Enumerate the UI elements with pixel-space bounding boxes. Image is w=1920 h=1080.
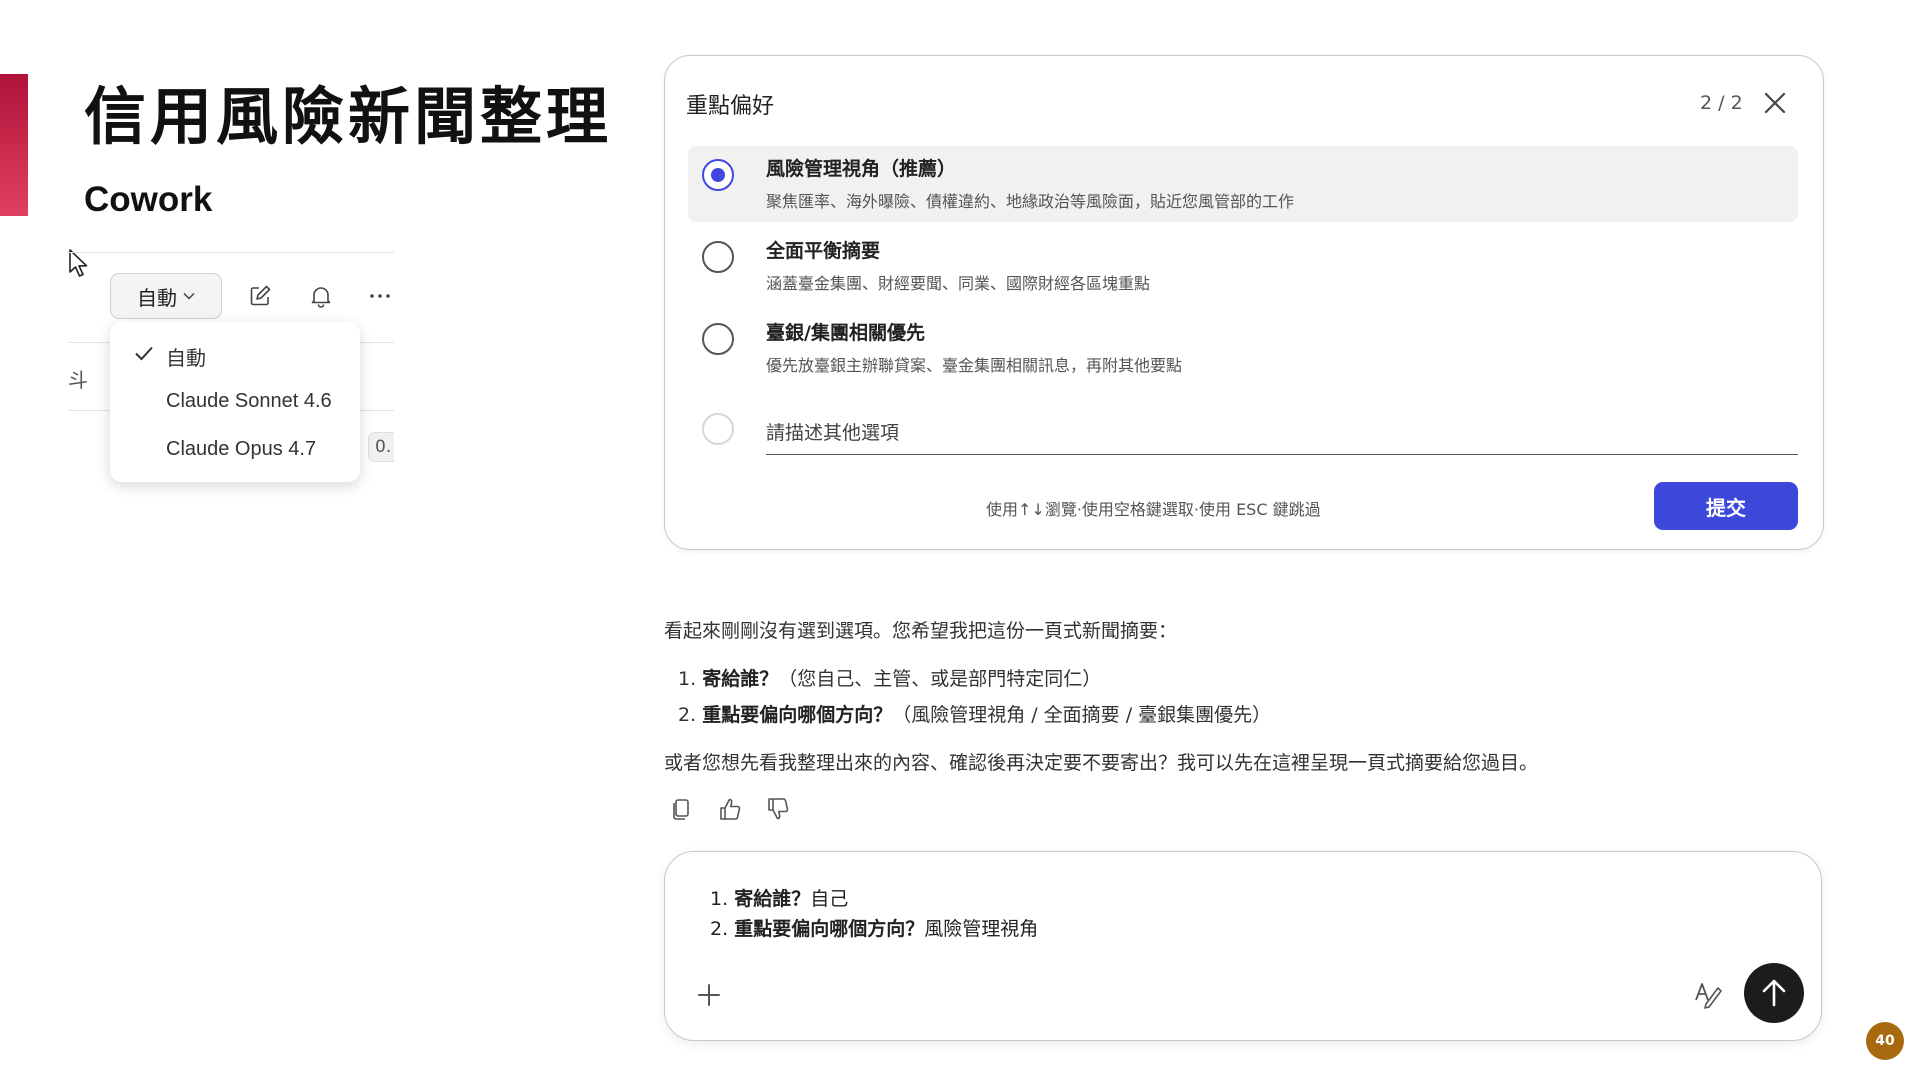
menu-item-sonnet[interactable]: Claude Sonnet 4.6 xyxy=(166,390,332,413)
option-balanced-summary[interactable]: 全面平衡摘要 涵蓋臺金集團、財經要聞、同業、國際財經各區塊重點 xyxy=(688,228,1798,304)
edit-icon[interactable] xyxy=(246,282,274,310)
send-button[interactable] xyxy=(1744,963,1804,1023)
checkmark-icon xyxy=(135,346,153,361)
assistant-list-item: 1. 寄給誰？（您自己、主管、或是部門特定同仁） xyxy=(678,664,1101,691)
submit-button[interactable]: 提交 xyxy=(1654,482,1798,530)
composer-text-line[interactable]: 1. 寄給誰？自己 xyxy=(710,884,848,911)
list-question: 寄給誰？ xyxy=(702,668,779,690)
clipped-text: 斗 xyxy=(68,368,88,392)
composer-answer: 自己 xyxy=(810,888,849,910)
model-select-label: 自動 xyxy=(137,285,177,310)
composer-number: 2. xyxy=(710,918,729,940)
composer-question: 寄給誰？ xyxy=(734,888,811,910)
more-icon[interactable] xyxy=(366,282,394,310)
model-select-button[interactable]: 自動 xyxy=(110,273,222,319)
composer-number: 1. xyxy=(710,888,729,910)
composer-question: 重點要偏向哪個方向？ xyxy=(734,918,925,940)
list-detail: （風險管理視角 / 全面摘要 / 臺銀集團優先） xyxy=(892,704,1272,726)
question-card-title: 重點偏好 xyxy=(686,94,775,119)
slide-subtitle: Cowork xyxy=(84,180,213,219)
page-number-badge: 40 xyxy=(1866,1022,1904,1060)
composer-answer: 風險管理視角 xyxy=(924,918,1039,940)
slide-title: 信用風險新聞整理 xyxy=(84,80,613,153)
message-composer[interactable] xyxy=(664,851,1822,1041)
option-bank-group-priority[interactable]: 臺銀/集團相關優先 優先放臺銀主辦聯貸案、臺金集團相關訊息，再附其他要點 xyxy=(688,310,1798,386)
chevron-down-icon xyxy=(183,292,195,300)
assistant-list-item: 2. 重點要偏向哪個方向？（風險管理視角 / 全面摘要 / 臺銀集團優先） xyxy=(678,700,1271,727)
menu-item-opus[interactable]: Claude Opus 4.7 xyxy=(166,438,316,461)
option-description: 聚焦匯率、海外曝險、債權違約、地緣政治等風險面，貼近您風管部的工作 xyxy=(766,192,1295,211)
spellcheck-icon[interactable] xyxy=(1692,978,1726,1012)
close-icon[interactable] xyxy=(1760,88,1790,118)
plus-icon[interactable] xyxy=(694,980,724,1010)
keyboard-hint: 使用↑↓瀏覽·使用空格鍵選取·使用 ESC 鍵跳過 xyxy=(986,500,1321,519)
other-option-input[interactable] xyxy=(766,412,1798,455)
list-question: 重點要偏向哪個方向？ xyxy=(702,704,893,726)
assistant-message-followup: 或者您想先看我整理出來的內容、確認後再決定要不要寄出？我可以先在這裡呈現一頁式摘… xyxy=(664,752,1539,774)
menu-item-auto[interactable]: 自動 xyxy=(166,342,206,371)
thumbs-up-icon[interactable] xyxy=(716,795,744,823)
thumbs-down-icon[interactable] xyxy=(764,795,792,823)
list-number: 2. xyxy=(678,704,697,726)
question-counter: 2 / 2 xyxy=(1700,92,1743,114)
arrow-up-icon xyxy=(1762,979,1786,1007)
option-title: 全面平衡摘要 xyxy=(766,240,881,262)
radio-button-selected[interactable] xyxy=(702,159,734,191)
option-description: 優先放臺銀主辦聯貸案、臺金集團相關訊息，再附其他要點 xyxy=(766,356,1183,375)
option-description: 涵蓋臺金集團、財經要聞、同業、國際財經各區塊重點 xyxy=(766,274,1151,293)
model-dropdown-menu: 自動 Claude Sonnet 4.6 Claude Opus 4.7 xyxy=(110,322,360,482)
assistant-message-intro: 看起來剛剛沒有選到選項。您希望我把這份一頁式新聞摘要： xyxy=(664,620,1178,642)
toolbar-divider-top xyxy=(68,252,394,253)
list-number: 1. xyxy=(678,668,697,690)
bell-icon[interactable] xyxy=(307,282,335,310)
radio-button[interactable] xyxy=(702,241,734,273)
copy-icon[interactable] xyxy=(668,795,696,823)
option-risk-management[interactable]: 風險管理視角（推薦） 聚焦匯率、海外曝險、債權違約、地緣政治等風險面，貼近您風管… xyxy=(688,146,1798,222)
clipped-badge: 0. xyxy=(368,432,394,462)
radio-button[interactable] xyxy=(702,323,734,355)
radio-button-other[interactable] xyxy=(702,413,734,445)
list-detail: （您自己、主管、或是部門特定同仁） xyxy=(778,668,1102,690)
option-title: 風險管理視角（推薦） xyxy=(766,158,957,180)
composer-text-line[interactable]: 2. 重點要偏向哪個方向？風險管理視角 xyxy=(710,914,1038,941)
slide-accent-bar xyxy=(0,74,28,216)
option-title: 臺銀/集團相關優先 xyxy=(766,322,925,344)
